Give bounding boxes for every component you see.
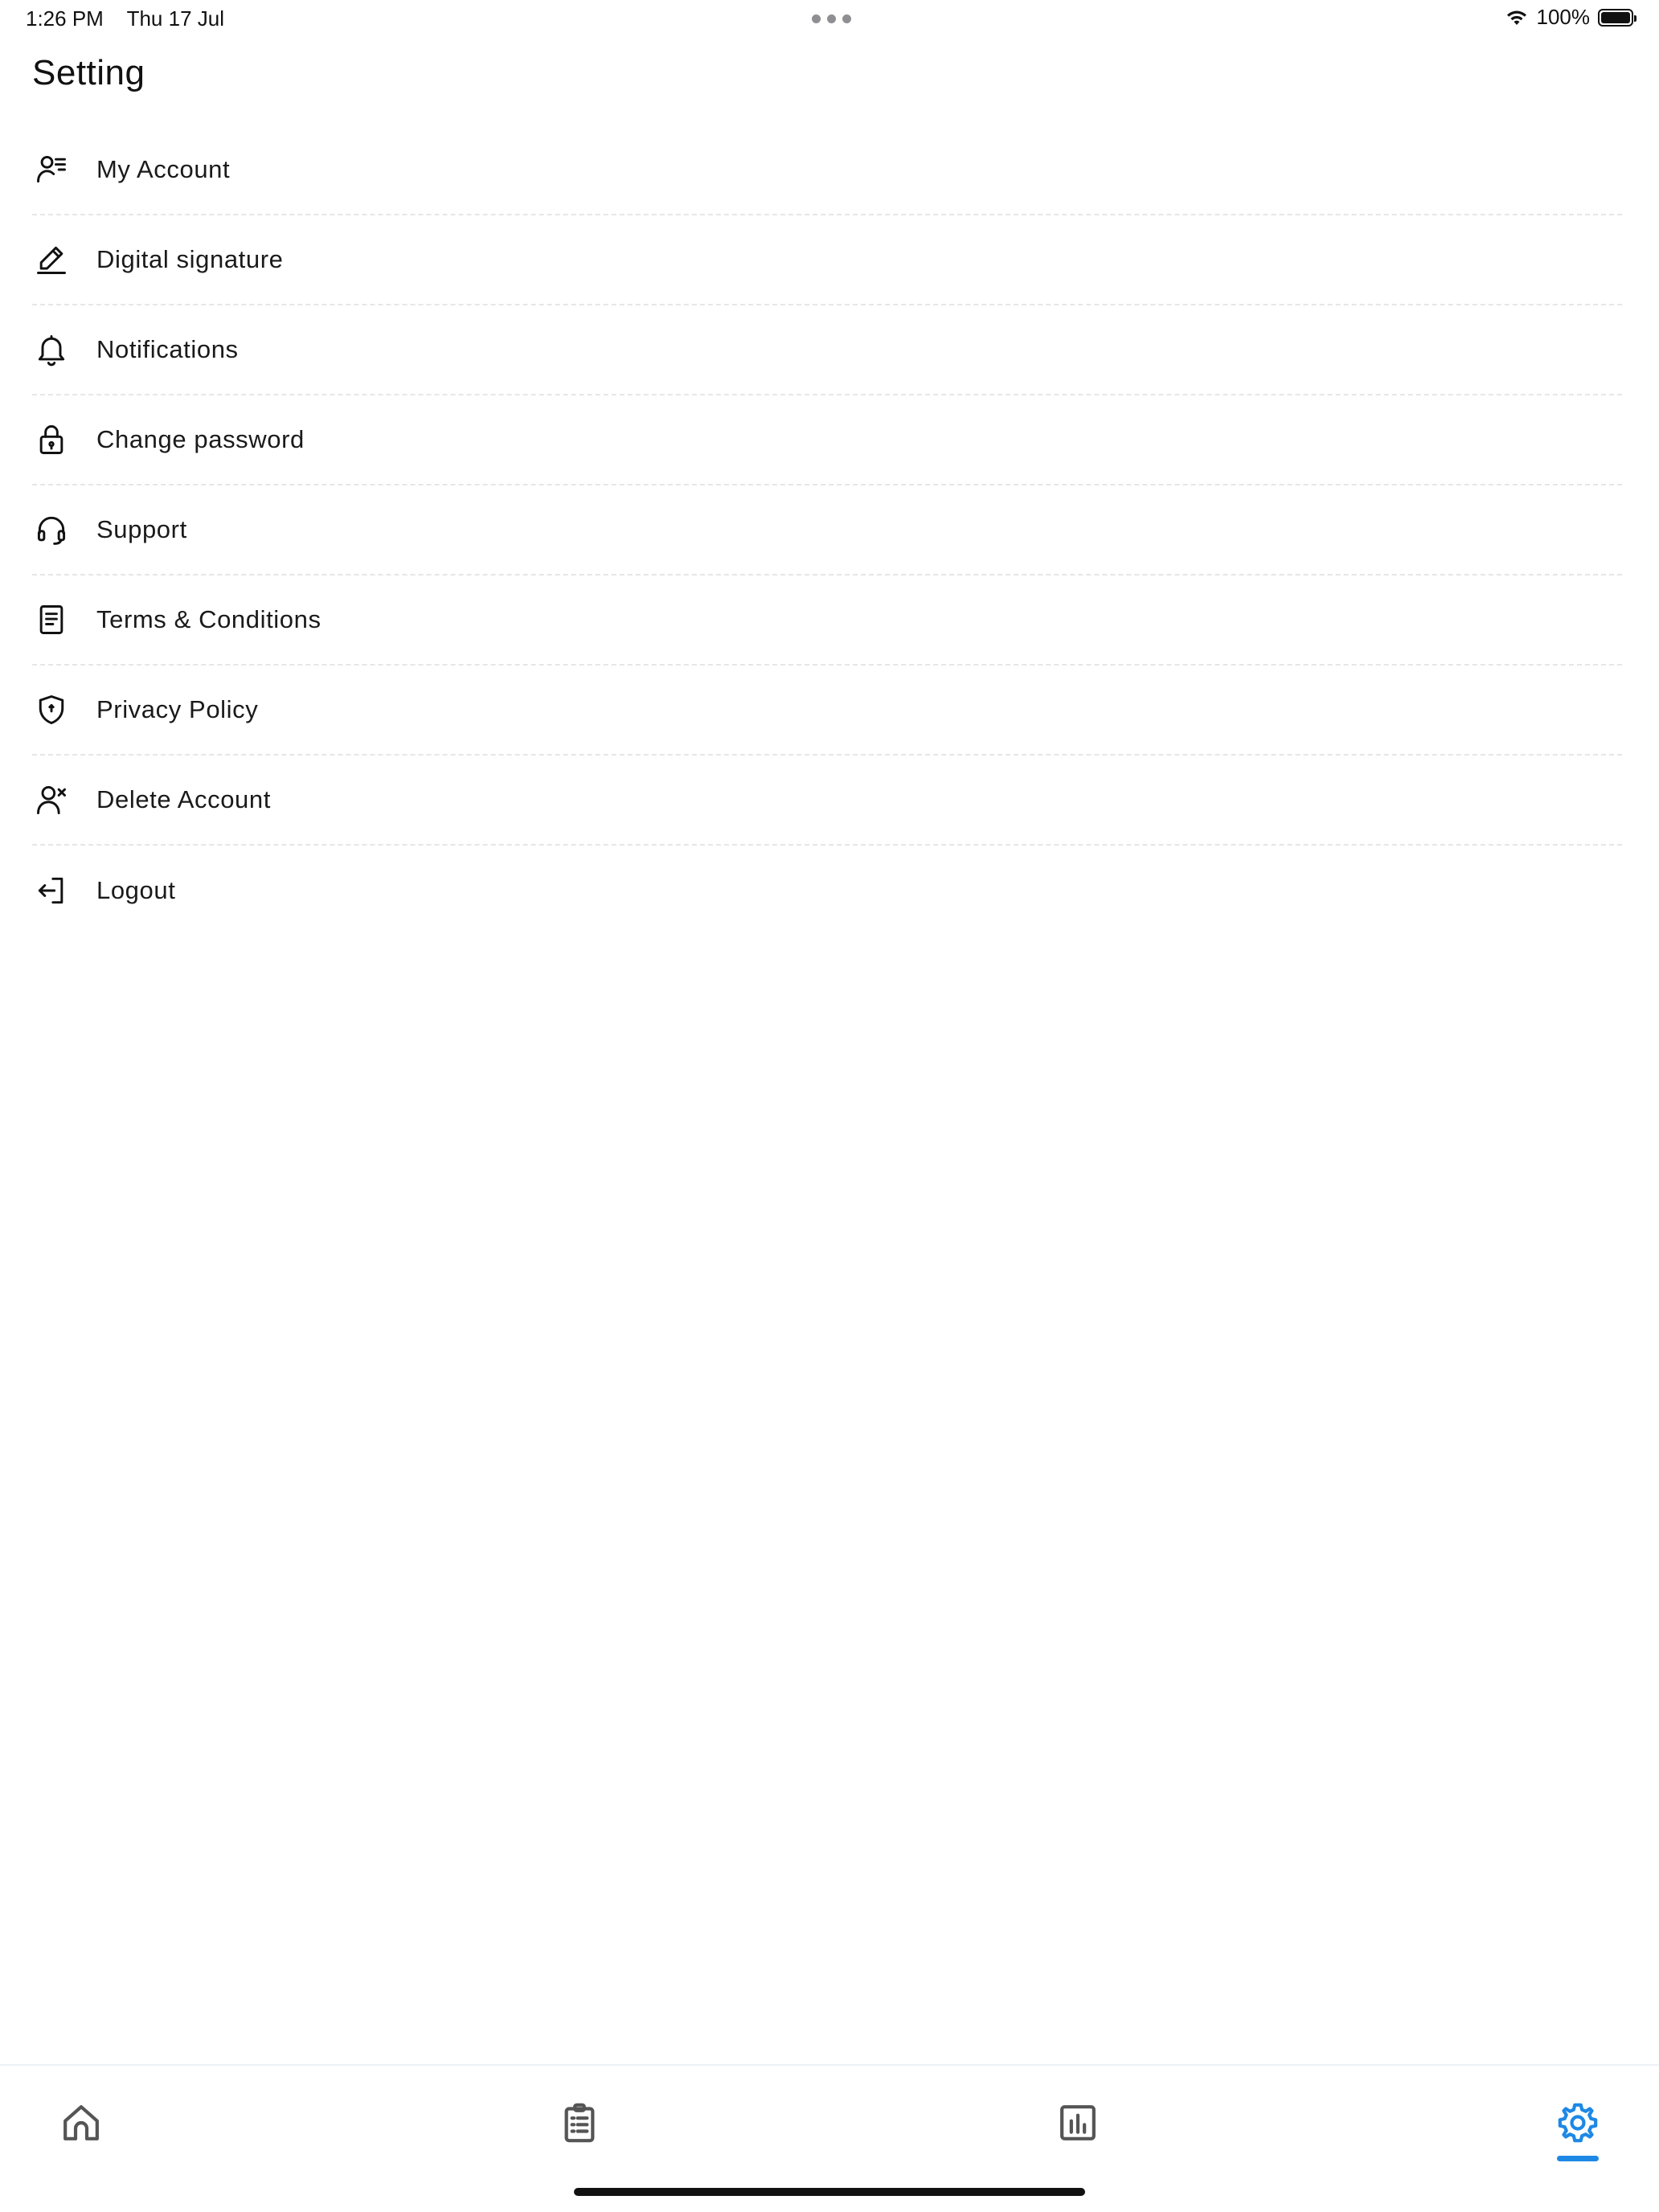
menu-item-change-password[interactable]: Change password [32,395,1622,485]
menu-item-logout[interactable]: Logout [32,846,1622,936]
tab-reports[interactable] [1050,2095,1106,2151]
menu-item-label: Terms & Conditions [96,605,322,633]
page-title: Setting [32,53,145,92]
menu-item-label: Digital signature [96,245,284,273]
clipboard-list-icon [564,2103,595,2143]
bell-icon [32,330,71,369]
menu-item-digital-signature[interactable]: Digital signature [32,215,1622,305]
menu-item-label: Delete Account [96,785,271,813]
menu-item-label: Change password [96,425,305,453]
battery-percent: 100% [1536,5,1591,29]
menu-item-label: My Account [96,155,231,183]
menu-item-support[interactable]: Support [32,485,1622,576]
shield-icon [32,690,71,729]
status-time: 1:26 PM [26,6,104,31]
settings-menu: My Account Digital signature Notificatio… [32,125,1622,936]
home-indicator[interactable] [574,2188,1085,2196]
status-indicators: 100% [1505,5,1636,30]
tab-home[interactable] [53,2095,109,2151]
menu-item-label: Support [96,515,187,543]
status-time-date: 1:26 PM Thu 17 Jul [26,6,242,31]
document-icon [32,600,71,639]
status-bar: 1:26 PM Thu 17 Jul 100% [0,0,1659,39]
menu-item-label: Privacy Policy [96,695,259,723]
menu-item-delete-account[interactable]: Delete Account [32,756,1622,846]
gear-icon [1558,2103,1598,2143]
menu-item-label: Notifications [96,335,239,363]
settings-screen: 1:26 PM Thu 17 Jul 100% Setting My Accou… [0,0,1659,2212]
logout-icon [32,871,71,910]
user-remove-icon [32,780,71,819]
multitasking-dots-icon[interactable] [812,14,851,23]
tab-settings[interactable] [1550,2095,1606,2151]
battery-icon [1598,8,1636,27]
tab-tasks[interactable] [551,2095,608,2151]
menu-item-privacy-policy[interactable]: Privacy Policy [32,666,1622,756]
pen-icon [32,240,71,279]
menu-item-notifications[interactable]: Notifications [32,305,1622,395]
menu-item-my-account[interactable]: My Account [32,125,1622,215]
active-tab-indicator [1557,2156,1599,2161]
status-date: Thu 17 Jul [126,6,224,31]
wifi-icon [1506,10,1526,25]
menu-item-label: Logout [96,876,176,904]
headset-icon [32,510,71,549]
lock-icon [32,420,71,459]
bar-chart-icon [1060,2105,1096,2140]
battery-fill [1601,11,1630,23]
menu-item-terms-conditions[interactable]: Terms & Conditions [32,576,1622,666]
home-icon [63,2105,99,2140]
account-icon [32,150,71,189]
